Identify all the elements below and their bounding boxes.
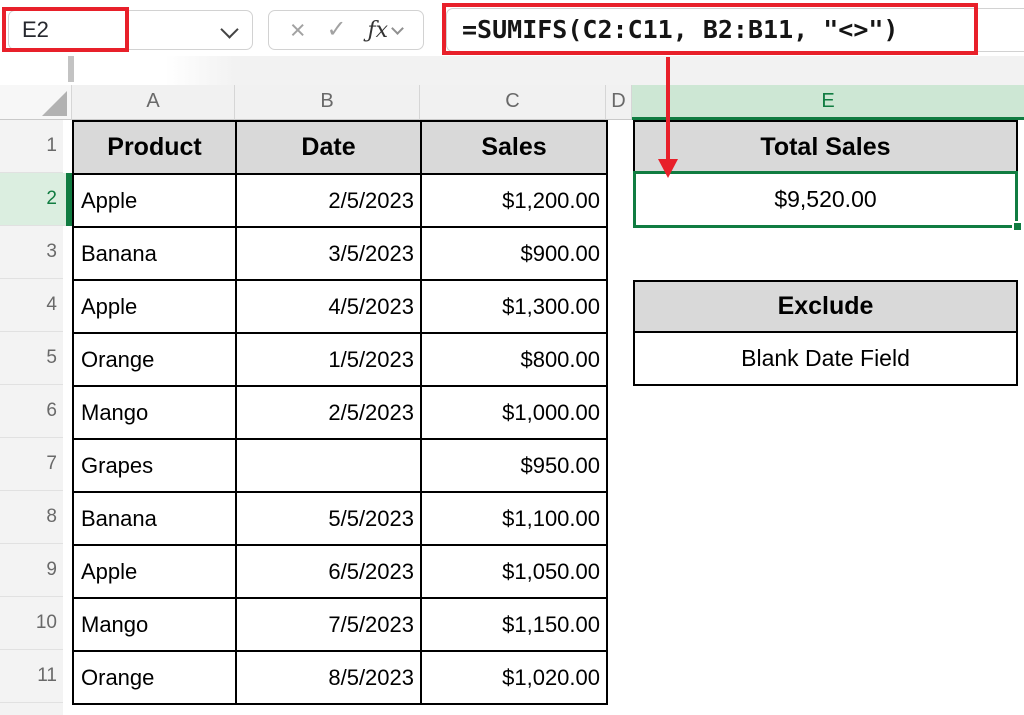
column-header-b[interactable]: B	[235, 85, 420, 120]
formula-input[interactable]: =SUMIFS(C2:C11, B2:B11, "<>")	[446, 8, 1024, 52]
selected-cell-e2[interactable]: $9,520.00	[633, 171, 1018, 228]
table-row: Orange 8/5/2023 $1,020.00	[72, 650, 608, 705]
column-header-d[interactable]: D	[606, 85, 632, 120]
header-cell-sales[interactable]: Sales	[420, 120, 608, 175]
row-header-5[interactable]: 5	[0, 332, 72, 385]
cancel-icon[interactable]: ×	[290, 12, 306, 48]
fx-glyph: ƒx	[367, 17, 389, 43]
cell-date[interactable]: 4/5/2023	[235, 279, 422, 334]
insert-function-icon[interactable]: ƒx	[367, 17, 404, 43]
cell-sales[interactable]: $1,300.00	[420, 279, 608, 334]
cell-sales[interactable]: $1,150.00	[420, 597, 608, 652]
row-header-margin	[63, 120, 72, 173]
exclude-header-cell[interactable]: Exclude	[633, 280, 1018, 333]
row-header-margin	[63, 226, 72, 715]
cell-product[interactable]: Mango	[72, 597, 237, 652]
cell-product[interactable]: Mango	[72, 385, 237, 440]
column-header-c[interactable]: C	[420, 85, 606, 120]
cell-product[interactable]: Banana	[72, 226, 237, 281]
name-box-divider	[68, 56, 74, 82]
cell-sales[interactable]: $1,100.00	[420, 491, 608, 546]
column-header-e-selected[interactable]: E	[632, 85, 1024, 120]
column-header-a[interactable]: A	[72, 85, 235, 120]
cell-date[interactable]: 2/5/2023	[235, 385, 422, 440]
row-header-11[interactable]: 11	[0, 650, 72, 703]
cell-product[interactable]: Grapes	[72, 438, 237, 493]
formula-text: =SUMIFS(C2:C11, B2:B11, "<>")	[462, 15, 899, 44]
cell-date[interactable]: 8/5/2023	[235, 650, 422, 705]
enter-icon[interactable]: ✓	[327, 12, 347, 48]
row-header-7[interactable]: 7	[0, 438, 72, 491]
exclude-value-cell[interactable]: Blank Date Field	[633, 331, 1018, 386]
cell-product[interactable]: Orange	[72, 650, 237, 705]
cell-sales[interactable]: $1,020.00	[420, 650, 608, 705]
row-header-9[interactable]: 9	[0, 544, 72, 597]
chevron-down-icon[interactable]	[220, 20, 239, 39]
select-all-triangle-icon	[42, 91, 67, 116]
data-table: Product Date Sales Apple 2/5/2023 $1,200…	[72, 120, 608, 705]
cell-product[interactable]: Banana	[72, 491, 237, 546]
table-row: Mango 7/5/2023 $1,150.00	[72, 597, 608, 652]
cell-sales[interactable]: $800.00	[420, 332, 608, 387]
formula-bar-buttons: × ✓ ƒx	[268, 10, 424, 50]
table-row: Orange 1/5/2023 $800.00	[72, 332, 608, 387]
table-header-row: Product Date Sales	[72, 120, 608, 175]
row-header-2-selected[interactable]: 2	[0, 173, 72, 226]
total-sales-header-cell[interactable]: Total Sales	[633, 120, 1018, 174]
header-cell-product[interactable]: Product	[72, 120, 237, 175]
selected-row-indicator	[66, 173, 72, 226]
table-row: Banana 5/5/2023 $1,100.00	[72, 491, 608, 546]
red-arrow-head	[658, 159, 678, 178]
row-header-12-partial[interactable]	[0, 703, 72, 715]
row-header-6[interactable]: 6	[0, 385, 72, 438]
cell-date[interactable]: 2/5/2023	[235, 173, 422, 228]
table-row: Mango 2/5/2023 $1,000.00	[72, 385, 608, 440]
cell-date[interactable]: 3/5/2023	[235, 226, 422, 281]
fill-handle[interactable]	[1012, 221, 1023, 232]
table-row: Banana 3/5/2023 $900.00	[72, 226, 608, 281]
row-header-4[interactable]: 4	[0, 279, 72, 332]
cell-sales[interactable]: $1,000.00	[420, 385, 608, 440]
red-arrow-annotation	[666, 57, 670, 161]
cell-product[interactable]: Orange	[72, 332, 237, 387]
header-cell-date[interactable]: Date	[235, 120, 422, 175]
cell-product[interactable]: Apple	[72, 173, 237, 228]
chevron-down-icon	[391, 21, 404, 35]
row-header-10[interactable]: 10	[0, 597, 72, 650]
cell-sales[interactable]: $1,050.00	[420, 544, 608, 599]
cell-sales[interactable]: $900.00	[420, 226, 608, 281]
cell-date[interactable]: 7/5/2023	[235, 597, 422, 652]
excel-window: E2 × ✓ ƒx =SUMIFS(C2:C11, B2:B11, "<>") …	[0, 0, 1024, 715]
table-row: Grapes $950.00	[72, 438, 608, 493]
table-row: Apple 2/5/2023 $1,200.00	[72, 173, 608, 228]
formula-bar-divider	[0, 56, 1024, 85]
select-all-corner[interactable]	[0, 85, 72, 120]
table-row: Apple 4/5/2023 $1,300.00	[72, 279, 608, 334]
row-header-1[interactable]: 1	[0, 120, 72, 173]
row-header-3[interactable]: 3	[0, 226, 72, 279]
cell-product[interactable]: Apple	[72, 279, 237, 334]
cell-sales[interactable]: $950.00	[420, 438, 608, 493]
cell-sales[interactable]: $1,200.00	[420, 173, 608, 228]
row-header-8[interactable]: 8	[0, 491, 72, 544]
name-box-value: E2	[22, 17, 49, 42]
cell-date[interactable]: 5/5/2023	[235, 491, 422, 546]
cell-date[interactable]: 6/5/2023	[235, 544, 422, 599]
cell-date-blank[interactable]	[235, 438, 422, 493]
table-row: Apple 6/5/2023 $1,050.00	[72, 544, 608, 599]
cell-date[interactable]: 1/5/2023	[235, 332, 422, 387]
name-box[interactable]: E2	[8, 10, 253, 50]
cell-product[interactable]: Apple	[72, 544, 237, 599]
